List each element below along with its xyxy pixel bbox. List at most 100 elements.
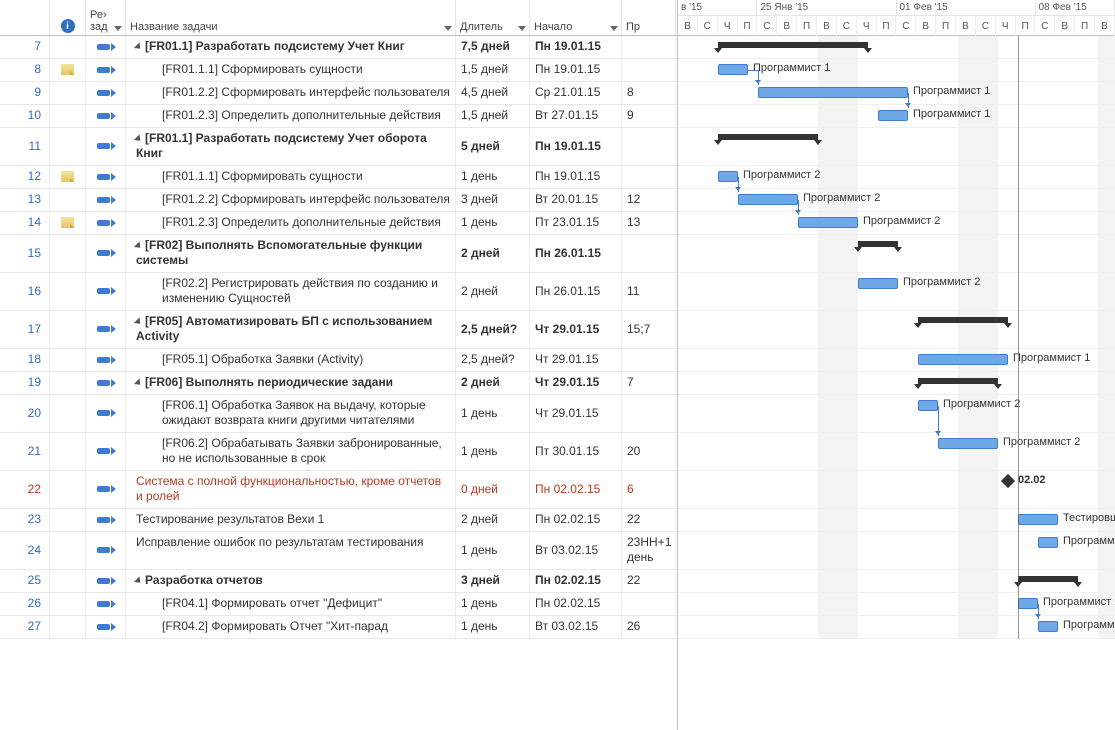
collapse-icon[interactable] [134, 42, 143, 51]
task-start[interactable]: Чт 29.01.15 [530, 311, 622, 348]
task-duration[interactable]: 1 день [456, 532, 530, 569]
summary-bar[interactable] [718, 134, 818, 140]
task-name[interactable]: Тестирование результатов Вехи 1 [126, 509, 456, 531]
task-start[interactable]: Пт 23.01.15 [530, 212, 622, 234]
task-start[interactable]: Пн 02.02.15 [530, 509, 622, 531]
task-predecessors[interactable] [622, 36, 676, 58]
task-bar[interactable] [858, 278, 898, 289]
header-mode[interactable]: Ре› зад [86, 0, 126, 35]
task-predecessors[interactable] [622, 349, 676, 371]
task-bar[interactable] [718, 171, 738, 182]
collapse-icon[interactable] [134, 378, 143, 387]
task-bar[interactable] [798, 217, 858, 228]
table-row[interactable]: 19[FR06] Выполнять периодические задани2… [0, 372, 677, 395]
task-start[interactable]: Пт 30.01.15 [530, 433, 622, 470]
collapse-icon[interactable] [134, 576, 143, 585]
task-start[interactable]: Вт 20.01.15 [530, 189, 622, 211]
task-duration[interactable]: 1,5 дней [456, 105, 530, 127]
table-row[interactable]: 12[FR01.1.1] Сформировать сущности1 день… [0, 166, 677, 189]
table-row[interactable]: 15[FR02] Выполнять Вспомогательные функц… [0, 235, 677, 273]
task-duration[interactable]: 2,5 дней? [456, 349, 530, 371]
task-bar[interactable] [1038, 537, 1058, 548]
task-predecessors[interactable]: 6 [622, 471, 676, 508]
table-row[interactable]: 21[FR06.2] Обрабатывать Заявки заброниро… [0, 433, 677, 471]
table-row[interactable]: 7[FR01.1] Разработать подсистему Учет Кн… [0, 36, 677, 59]
task-start[interactable]: Вт 03.02.15 [530, 616, 622, 638]
header-name[interactable]: Название задачи [126, 0, 456, 35]
task-predecessors[interactable]: 13 [622, 212, 676, 234]
task-predecessors[interactable] [622, 128, 676, 165]
table-row[interactable]: 20[FR06.1] Обработка Заявок на выдачу, к… [0, 395, 677, 433]
task-name[interactable]: [FR04.1] Формировать отчет "Дефицит" [126, 593, 456, 615]
task-predecessors[interactable] [622, 593, 676, 615]
task-duration[interactable]: 2,5 дней? [456, 311, 530, 348]
task-predecessors[interactable] [622, 166, 676, 188]
gantt-chart[interactable]: в '1525 Янв '1501 Фев '1508 Фев '15 ВСЧП… [678, 0, 1115, 730]
collapse-icon[interactable] [134, 134, 143, 143]
task-duration[interactable]: 3 дней [456, 570, 530, 592]
task-predecessors[interactable] [622, 395, 676, 432]
task-duration[interactable]: 3 дней [456, 189, 530, 211]
header-start[interactable]: Начало [530, 0, 622, 35]
task-start[interactable]: Ср 21.01.15 [530, 82, 622, 104]
task-name[interactable]: [FR01.2.3] Определить дополнительные дей… [126, 105, 456, 127]
task-start[interactable]: Пн 19.01.15 [530, 59, 622, 81]
task-duration[interactable]: 1 день [456, 616, 530, 638]
header-predecessors[interactable]: Пр [622, 0, 676, 35]
task-duration[interactable]: 7,5 дней [456, 36, 530, 58]
table-row[interactable]: 10[FR01.2.3] Определить дополнительные д… [0, 105, 677, 128]
header-id[interactable] [0, 0, 50, 35]
task-name[interactable]: Система с полной функциональностью, кром… [126, 471, 456, 508]
task-predecessors[interactable] [622, 235, 676, 272]
task-predecessors[interactable]: 26 [622, 616, 676, 638]
task-start[interactable]: Вт 27.01.15 [530, 105, 622, 127]
task-predecessors[interactable]: 9 [622, 105, 676, 127]
task-bar[interactable] [1038, 621, 1058, 632]
task-name[interactable]: Разработка отчетов [126, 570, 456, 592]
task-bar[interactable] [1018, 598, 1038, 609]
task-predecessors[interactable]: 11 [622, 273, 676, 310]
task-name[interactable]: [FR01.2.2] Сформировать интерфейс пользо… [126, 82, 456, 104]
task-name[interactable]: [FR01.1.1] Сформировать сущности [126, 166, 456, 188]
task-start[interactable]: Пн 02.02.15 [530, 471, 622, 508]
task-start[interactable]: Чт 29.01.15 [530, 349, 622, 371]
table-row[interactable]: 22Система с полной функциональностью, кр… [0, 471, 677, 509]
table-row[interactable]: 11[FR01.1] Разработать подсистему Учет о… [0, 128, 677, 166]
task-start[interactable]: Пн 19.01.15 [530, 128, 622, 165]
summary-bar[interactable] [1018, 576, 1078, 582]
task-start[interactable]: Пн 02.02.15 [530, 570, 622, 592]
task-start[interactable]: Пн 19.01.15 [530, 36, 622, 58]
task-bar[interactable] [918, 354, 1008, 365]
task-name[interactable]: [FR05.1] Обработка Заявки (Activity) [126, 349, 456, 371]
task-name[interactable]: [FR06.1] Обработка Заявок на выдачу, кот… [126, 395, 456, 432]
table-row[interactable]: 25Разработка отчетов3 днейПн 02.02.1522 [0, 570, 677, 593]
task-predecessors[interactable]: 15;7 [622, 311, 676, 348]
task-predecessors[interactable] [622, 59, 676, 81]
task-name[interactable]: [FR02.2] Регистрировать действия по созд… [126, 273, 456, 310]
task-predecessors[interactable]: 23НН+1 день [622, 532, 676, 569]
table-row[interactable]: 18[FR05.1] Обработка Заявки (Activity)2,… [0, 349, 677, 372]
task-name[interactable]: [FR01.1] Разработать подсистему Учет Кни… [126, 36, 456, 58]
task-start[interactable]: Пн 02.02.15 [530, 593, 622, 615]
task-predecessors[interactable]: 7 [622, 372, 676, 394]
task-bar[interactable] [758, 87, 908, 98]
task-duration[interactable]: 1 день [456, 395, 530, 432]
task-name[interactable]: [FR01.2.3] Определить дополнительные дей… [126, 212, 456, 234]
task-start[interactable]: Пн 26.01.15 [530, 235, 622, 272]
task-name[interactable]: [FR04.2] Формировать Отчет "Хит-парад [126, 616, 456, 638]
task-duration[interactable]: 1 день [456, 166, 530, 188]
task-duration[interactable]: 2 дней [456, 372, 530, 394]
task-start[interactable]: Чт 29.01.15 [530, 372, 622, 394]
task-start[interactable]: Пн 19.01.15 [530, 166, 622, 188]
task-name[interactable]: [FR02] Выполнять Вспомогательные функции… [126, 235, 456, 272]
task-name[interactable]: [FR01.2.2] Сформировать интерфейс пользо… [126, 189, 456, 211]
task-duration[interactable]: 1 день [456, 433, 530, 470]
summary-bar[interactable] [858, 241, 898, 247]
table-row[interactable]: 13[FR01.2.2] Сформировать интерфейс поль… [0, 189, 677, 212]
task-duration[interactable]: 1,5 дней [456, 59, 530, 81]
task-duration[interactable]: 5 дней [456, 128, 530, 165]
task-bar[interactable] [878, 110, 908, 121]
table-row[interactable]: 24Исправление ошибок по результатам тест… [0, 532, 677, 570]
task-bar[interactable] [1018, 514, 1058, 525]
table-row[interactable]: 27[FR04.2] Формировать Отчет "Хит-парад1… [0, 616, 677, 639]
